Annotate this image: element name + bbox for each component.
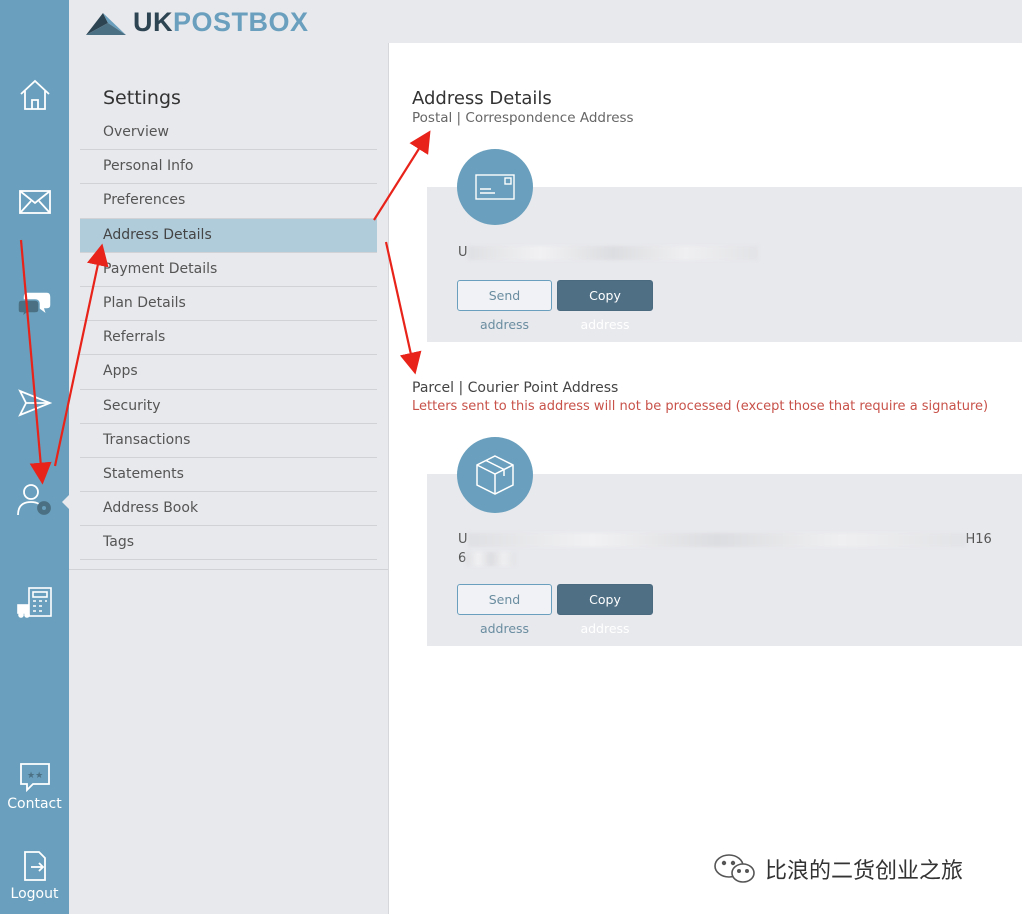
contact-label: Contact	[7, 796, 62, 812]
parcel-address-line1: U H16	[458, 532, 992, 547]
icon-rail: ★★ Contact Logout	[0, 0, 70, 914]
settings-item-address-details[interactable]: Address Details	[80, 218, 377, 253]
brand-logo[interactable]: UKPOSTBOX	[85, 7, 309, 38]
paper-plane-icon	[17, 389, 52, 417]
chat-bubbles-icon	[16, 291, 52, 318]
contact-button[interactable]: ★★ Contact	[0, 762, 69, 812]
settings-panel: Settings Overview Personal Info Preference…	[69, 43, 389, 914]
logout-icon	[23, 851, 46, 881]
watermark: 比浪的二货创业之旅	[713, 852, 963, 886]
settings-item-referrals[interactable]: Referrals	[80, 321, 377, 356]
user-settings-icon	[16, 484, 51, 516]
chat-button[interactable]	[0, 288, 69, 318]
brand-postbox: POSTBOX	[173, 7, 309, 37]
account-settings-button[interactable]	[0, 482, 69, 518]
parcel-copy-address-button[interactable]: Copy address	[557, 584, 653, 636]
mail-button[interactable]	[0, 188, 69, 216]
postal-address-card: U Send address Copy address	[427, 149, 1022, 342]
settings-item-plan-details[interactable]: Plan Details	[80, 287, 377, 322]
box-icon	[476, 455, 514, 495]
settings-item-transactions[interactable]: Transactions	[80, 424, 377, 458]
home-button[interactable]	[0, 78, 69, 112]
parcel-title: Parcel | Courier Point Address	[412, 380, 619, 396]
parcel-warning: Letters sent to this address will not be…	[412, 399, 989, 414]
logout-button[interactable]: Logout	[0, 850, 69, 902]
envelope-icon	[18, 190, 51, 214]
billing-button[interactable]	[0, 586, 69, 620]
settings-item-preferences[interactable]: Preferences	[80, 184, 377, 219]
settings-title: Settings	[103, 87, 181, 109]
calculator-truck-icon	[16, 587, 52, 618]
settings-item-security[interactable]: Security	[80, 390, 377, 424]
postal-subtitle: Postal | Correspondence Address	[412, 110, 634, 126]
postal-send-address-button[interactable]: Send address	[457, 280, 552, 332]
top-header: UKPOSTBOX	[69, 0, 1022, 43]
parcel-address-line2: 6	[458, 551, 517, 566]
chat-stars-icon: ★★	[19, 763, 50, 792]
settings-item-address-book[interactable]: Address Book	[80, 492, 377, 527]
postal-icon-badge	[457, 149, 533, 225]
settings-item-payment-details[interactable]: Payment Details	[80, 253, 377, 287]
postal-address-text: U	[458, 245, 758, 260]
redacted-address	[467, 245, 758, 260]
logo-mark-icon	[86, 12, 126, 35]
settings-item-overview[interactable]: Overview	[80, 116, 377, 151]
svg-text:★★: ★★	[27, 771, 43, 781]
wechat-icon	[714, 854, 755, 883]
settings-item-personal-info[interactable]: Personal Info	[80, 150, 377, 185]
redacted-address	[466, 551, 517, 566]
settings-menu: Overview Personal Info Preferences Address …	[80, 116, 377, 561]
home-icon	[19, 79, 50, 110]
redacted-address	[467, 532, 966, 547]
send-button[interactable]	[0, 388, 69, 418]
parcel-address-card: U H16 6 Send address Copy address	[427, 437, 1022, 646]
panel-divider	[69, 569, 388, 570]
letter-icon	[475, 174, 515, 200]
parcel-icon-badge	[457, 437, 533, 513]
postal-copy-address-button[interactable]: Copy address	[557, 280, 653, 332]
settings-item-statements[interactable]: Statements	[80, 458, 377, 493]
main-content: Address Details Postal | Correspondence …	[389, 43, 1022, 914]
settings-item-tags[interactable]: Tags	[80, 526, 377, 561]
page-title: Address Details	[412, 88, 552, 109]
parcel-send-address-button[interactable]: Send address	[457, 584, 552, 636]
settings-item-apps[interactable]: Apps	[80, 355, 377, 390]
watermark-text: 比浪的二货创业之旅	[765, 859, 964, 884]
logout-label: Logout	[10, 886, 59, 902]
brand-uk: UK	[133, 7, 173, 37]
